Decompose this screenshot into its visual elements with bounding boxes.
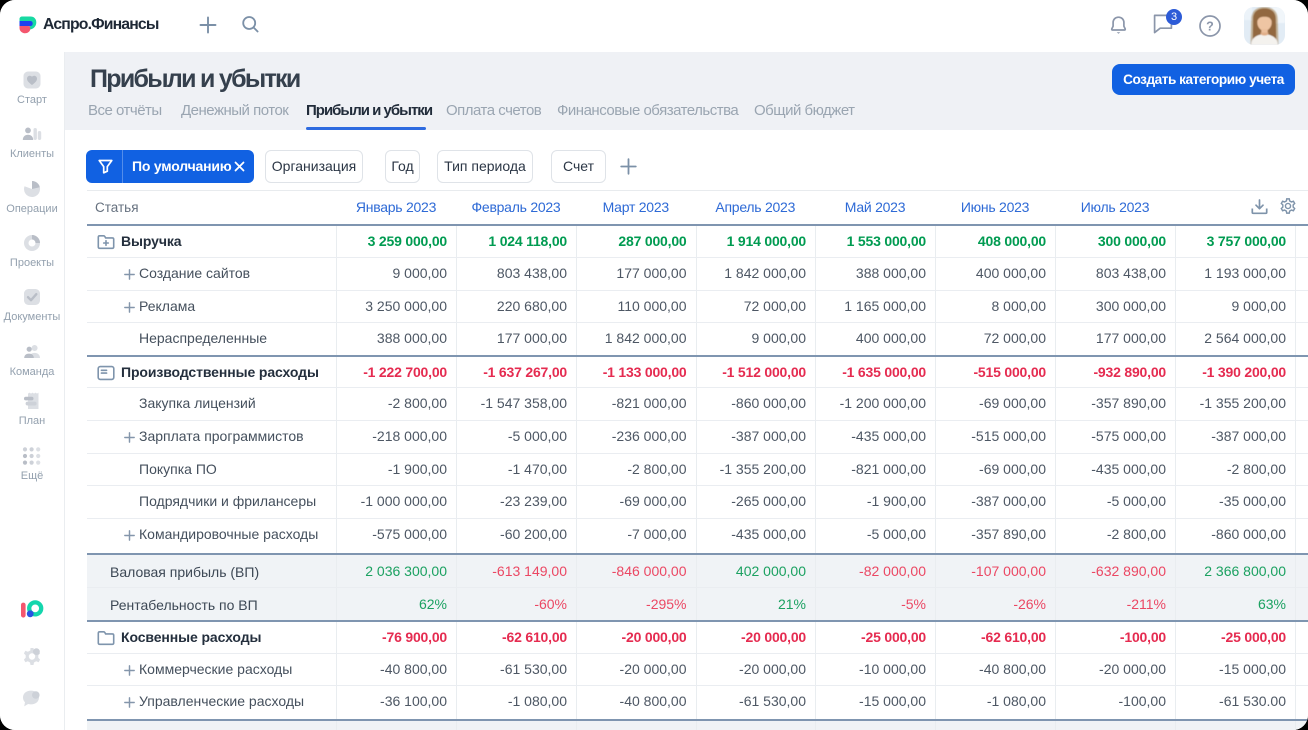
- svg-text:?: ?: [1206, 19, 1214, 33]
